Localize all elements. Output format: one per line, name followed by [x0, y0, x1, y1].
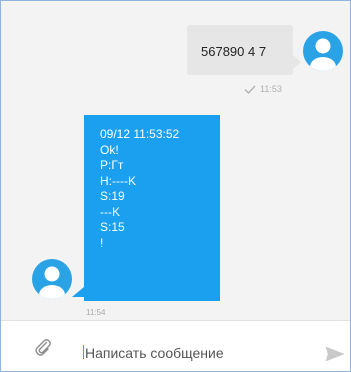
- outgoing-message-text: 567890 4 7: [201, 44, 267, 59]
- outgoing-message-time: 11:53: [260, 84, 282, 94]
- chat-window: 567890 4 7 11:53 09/12 11:53:52 Ok! P:Гт…: [0, 0, 351, 372]
- bubble-tail: [293, 55, 301, 69]
- outgoing-message-bubble[interactable]: 567890 4 7: [187, 25, 301, 75]
- message-list[interactable]: 567890 4 7 11:53 09/12 11:53:52 Ok! P:Гт…: [1, 1, 350, 320]
- message-composer: Написать сообщение: [1, 320, 350, 371]
- outgoing-message-meta: 11:53: [244, 84, 282, 95]
- paperclip-icon[interactable]: [34, 337, 52, 357]
- contact-avatar-icon[interactable]: [32, 259, 72, 299]
- incoming-message-bubble[interactable]: 09/12 11:53:52 Ok! P:Гт H:----K S:19 ---…: [84, 115, 220, 301]
- incoming-message-line: H:----K: [100, 173, 136, 188]
- send-arrow-icon[interactable]: [325, 346, 345, 362]
- incoming-message-line: S:19: [100, 189, 125, 203]
- incoming-message-text: 09/12 11:53:52 Ok! P:Гт H:----K S:19 ---…: [100, 127, 179, 251]
- incoming-message-line: P:Гт: [100, 158, 124, 172]
- bubble-tail: [72, 287, 84, 297]
- incoming-message-line: !: [100, 235, 104, 250]
- checkmark-icon: [244, 85, 256, 95]
- incoming-message-time: 11:54: [86, 308, 106, 317]
- incoming-message-line: S:15: [100, 220, 125, 234]
- incoming-message-line: ---K: [100, 204, 120, 219]
- message-input[interactable]: Написать сообщение: [85, 345, 224, 361]
- incoming-message-line: 09/12 11:53:52: [100, 127, 180, 141]
- incoming-message-line: Ok!: [100, 142, 119, 157]
- text-cursor: [83, 345, 84, 359]
- user-avatar-icon[interactable]: [303, 31, 343, 71]
